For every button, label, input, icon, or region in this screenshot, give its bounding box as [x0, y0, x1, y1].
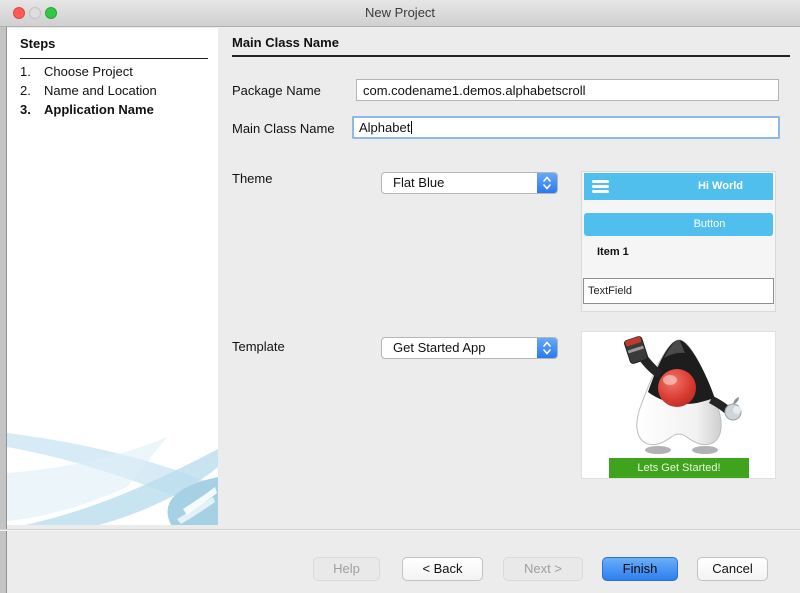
main-class-name-input[interactable]: Alphabet — [352, 116, 780, 139]
step-label: Application Name — [44, 100, 154, 119]
next-button: Next > — [503, 557, 583, 581]
titlebar[interactable]: New Project — [0, 0, 800, 27]
main-class-name-label: Main Class Name — [232, 121, 335, 136]
step-choose-project: 1. Choose Project — [20, 62, 212, 81]
cancel-button[interactable]: Cancel — [697, 557, 768, 581]
finish-button[interactable]: Finish — [602, 557, 678, 581]
window-edge — [0, 27, 7, 593]
theme-selected-value: Flat Blue — [393, 173, 444, 193]
package-name-value: com.codename1.demos.alphabetscroll — [363, 83, 586, 98]
window-title: New Project — [0, 0, 800, 26]
get-started-banner: Lets Get Started! — [609, 458, 749, 478]
step-number: 2. — [20, 81, 44, 100]
step-application-name: 3. Application Name — [20, 100, 212, 119]
theme-preview-image: Hi World Button Item 1 TextField — [581, 171, 776, 312]
dropdown-chevrons-icon — [537, 338, 557, 358]
package-name-label: Package Name — [232, 83, 321, 98]
steps-sidebar: Steps 1. Choose Project 2. Name and Loca… — [7, 28, 218, 525]
step-name-location: 2. Name and Location — [20, 81, 212, 100]
step-label: Choose Project — [44, 62, 133, 81]
template-preview-image: Lets Get Started! — [581, 331, 776, 479]
steps-list: 1. Choose Project 2. Name and Location 3… — [20, 62, 212, 119]
text-caret — [411, 121, 412, 134]
step-number: 1. — [20, 62, 44, 81]
hamburger-menu-icon — [592, 180, 609, 195]
new-project-dialog: New Project Steps 1. Choose Project 2. N… — [0, 0, 800, 593]
main-class-name-value: Alphabet — [359, 120, 410, 135]
watermark-swoosh-graphic — [7, 425, 218, 525]
preview-button: Button — [584, 213, 773, 236]
help-button: Help — [313, 557, 380, 581]
preview-title: Hi World — [698, 173, 743, 200]
package-name-input[interactable]: com.codename1.demos.alphabetscroll — [356, 79, 779, 101]
back-button[interactable]: < Back — [402, 557, 483, 581]
template-label: Template — [232, 339, 285, 354]
dropdown-chevrons-icon — [537, 173, 557, 193]
step-label: Name and Location — [44, 81, 157, 100]
preview-textfield: TextField — [583, 278, 774, 304]
steps-heading: Steps — [20, 36, 208, 59]
preview-item-label: Item 1 — [597, 246, 629, 258]
theme-label: Theme — [232, 171, 272, 186]
template-selected-value: Get Started App — [393, 338, 486, 358]
template-dropdown[interactable]: Get Started App — [381, 337, 558, 359]
duke-mascot-icon — [613, 336, 745, 456]
theme-dropdown[interactable]: Flat Blue — [381, 172, 558, 194]
footer-divider — [0, 529, 800, 531]
step-number: 3. — [20, 100, 44, 119]
panel-heading: Main Class Name — [232, 35, 790, 57]
preview-titlebar: Hi World — [584, 173, 773, 200]
